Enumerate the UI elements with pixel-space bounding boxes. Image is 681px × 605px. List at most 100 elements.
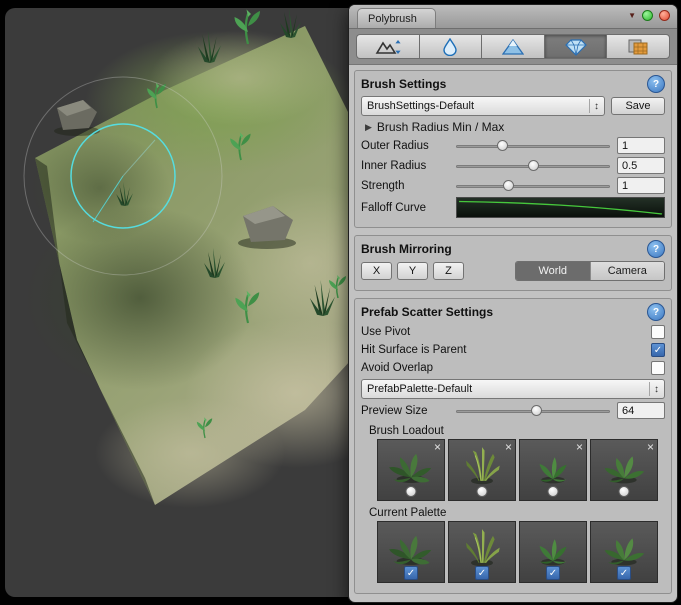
help-icon[interactable]: ? xyxy=(647,240,665,258)
remove-loadout-icon[interactable]: × xyxy=(505,440,512,454)
mirroring-controls-row: X Y Z World Camera xyxy=(361,261,665,281)
brush-preset-value: BrushSettings-Default xyxy=(367,100,585,112)
polybrush-window: Polybrush ▼ xyxy=(348,4,678,603)
strength-row: Strength 1 xyxy=(361,177,665,194)
palette-item-checkbox[interactable]: ✓ xyxy=(475,566,489,580)
loadout-item-2[interactable]: × xyxy=(448,439,516,501)
palette-preset-row: PrefabPalette-Default ↕ xyxy=(361,379,665,399)
avoid-overlap-label: Avoid Overlap xyxy=(361,362,651,374)
space-world-option[interactable]: World xyxy=(516,262,590,280)
falloff-curve-graphic xyxy=(457,198,664,217)
prefab-scatter-section: Prefab Scatter Settings ? Use Pivot Hit … xyxy=(354,298,672,594)
current-palette-label: Current Palette xyxy=(369,507,665,519)
preview-size-row: Preview Size 64 xyxy=(361,402,665,419)
palette-item-checkbox[interactable]: ✓ xyxy=(404,566,418,580)
paint-triangle-icon xyxy=(502,38,524,56)
space-camera-option[interactable]: Camera xyxy=(590,262,665,280)
palette-item-checkbox[interactable]: ✓ xyxy=(617,566,631,580)
current-palette-grid: ✓ ✓ ✓ ✓ xyxy=(377,521,665,583)
loadout-radio[interactable] xyxy=(477,486,488,497)
prefab-palette-dropdown[interactable]: PrefabPalette-Default ↕ xyxy=(361,379,665,399)
prefab-scatter-title: Prefab Scatter Settings xyxy=(361,305,493,319)
mirror-y-button[interactable]: Y xyxy=(397,262,428,280)
hit-surface-checkbox[interactable]: ✓ xyxy=(651,343,665,357)
slider-thumb[interactable] xyxy=(497,140,508,151)
mirror-z-button[interactable]: Z xyxy=(433,262,464,280)
palette-item-2[interactable]: ✓ xyxy=(448,521,516,583)
palette-item-4[interactable]: ✓ xyxy=(590,521,658,583)
smooth-droplet-icon xyxy=(440,38,460,56)
pane-menu-icon[interactable]: ▼ xyxy=(628,12,636,20)
inner-radius-value[interactable]: 0.5 xyxy=(617,157,665,174)
tool-scatter-button[interactable] xyxy=(544,34,607,59)
slider-thumb[interactable] xyxy=(503,180,514,191)
hit-surface-label: Hit Surface is Parent xyxy=(361,344,651,356)
brush-mirroring-section: Brush Mirroring ? X Y Z World Camera xyxy=(354,235,672,291)
inner-radius-slider[interactable] xyxy=(456,159,610,173)
slider-track xyxy=(456,185,610,188)
texture-blend-icon xyxy=(627,38,649,56)
mirror-x-button[interactable]: X xyxy=(361,262,392,280)
inner-radius-row: Inner Radius 0.5 xyxy=(361,157,665,174)
remove-loadout-icon[interactable]: × xyxy=(647,440,654,454)
foldout-arrow-icon: ▶ xyxy=(365,122,372,133)
preview-size-value[interactable]: 64 xyxy=(617,402,665,419)
brush-settings-title: Brush Settings xyxy=(361,77,446,91)
strength-slider[interactable] xyxy=(456,179,610,193)
remove-loadout-icon[interactable]: × xyxy=(434,440,441,454)
palette-item-1[interactable]: ✓ xyxy=(377,521,445,583)
save-button[interactable]: Save xyxy=(611,97,665,115)
loadout-item-1[interactable]: × xyxy=(377,439,445,501)
brush-loadout-label: Brush Loadout xyxy=(369,425,665,437)
palette-item-3[interactable]: ✓ xyxy=(519,521,587,583)
slider-track xyxy=(456,145,610,148)
dropdown-arrows-icon: ↕ xyxy=(589,99,599,113)
prefab-scatter-header: Prefab Scatter Settings ? xyxy=(361,303,665,321)
outer-radius-label: Outer Radius xyxy=(361,140,456,152)
window-controls: ▼ xyxy=(628,10,670,21)
loadout-radio[interactable] xyxy=(548,486,559,497)
loadout-item-3[interactable]: × xyxy=(519,439,587,501)
close-dot-icon[interactable] xyxy=(659,10,670,21)
falloff-curve-field[interactable] xyxy=(456,197,665,218)
brush-radius-foldout[interactable]: ▶ Brush Radius Min / Max xyxy=(365,120,665,134)
hit-surface-row: Hit Surface is Parent ✓ xyxy=(361,343,665,357)
outer-radius-value[interactable]: 1 xyxy=(617,137,665,154)
brush-preset-row: BrushSettings-Default ↕ Save xyxy=(361,96,665,116)
palette-item-checkbox[interactable]: ✓ xyxy=(546,566,560,580)
loadout-radio[interactable] xyxy=(406,486,417,497)
use-pivot-label: Use Pivot xyxy=(361,326,651,338)
dropdown-arrows-icon: ↕ xyxy=(649,382,659,396)
inner-radius-label: Inner Radius xyxy=(361,160,456,172)
strength-value[interactable]: 1 xyxy=(617,177,665,194)
panel-content: Brush Settings ? BrushSettings-Default ↕… xyxy=(349,65,677,602)
remove-loadout-icon[interactable]: × xyxy=(576,440,583,454)
slider-thumb[interactable] xyxy=(531,405,542,416)
window-title: Polybrush xyxy=(368,13,417,25)
tool-texture-button[interactable] xyxy=(606,34,670,59)
use-pivot-row: Use Pivot xyxy=(361,325,665,339)
brush-settings-section: Brush Settings ? BrushSettings-Default ↕… xyxy=(354,70,672,228)
sculpt-mountain-icon xyxy=(375,38,401,56)
loadout-radio[interactable] xyxy=(619,486,630,497)
slider-thumb[interactable] xyxy=(528,160,539,171)
help-icon[interactable]: ? xyxy=(647,75,665,93)
help-icon[interactable]: ? xyxy=(647,303,665,321)
mirror-space-segmented: World Camera xyxy=(515,261,665,281)
tool-paint-button[interactable] xyxy=(481,34,544,59)
window-tab-polybrush[interactable]: Polybrush xyxy=(357,8,436,28)
preview-size-slider[interactable] xyxy=(456,404,610,418)
use-pivot-checkbox[interactable] xyxy=(651,325,665,339)
brush-radius-foldout-label: Brush Radius Min / Max xyxy=(377,120,504,134)
outer-radius-slider[interactable] xyxy=(456,139,610,153)
tool-smooth-button[interactable] xyxy=(419,34,482,59)
falloff-label: Falloff Curve xyxy=(361,202,456,214)
maximize-dot-icon[interactable] xyxy=(642,10,653,21)
brush-preset-dropdown[interactable]: BrushSettings-Default ↕ xyxy=(361,96,605,116)
loadout-item-4[interactable]: × xyxy=(590,439,658,501)
mode-toolbar xyxy=(349,29,677,65)
avoid-overlap-checkbox[interactable] xyxy=(651,361,665,375)
brush-loadout-grid: × × × × xyxy=(377,439,665,501)
outer-radius-row: Outer Radius 1 xyxy=(361,137,665,154)
tool-sculpt-button[interactable] xyxy=(356,34,419,59)
